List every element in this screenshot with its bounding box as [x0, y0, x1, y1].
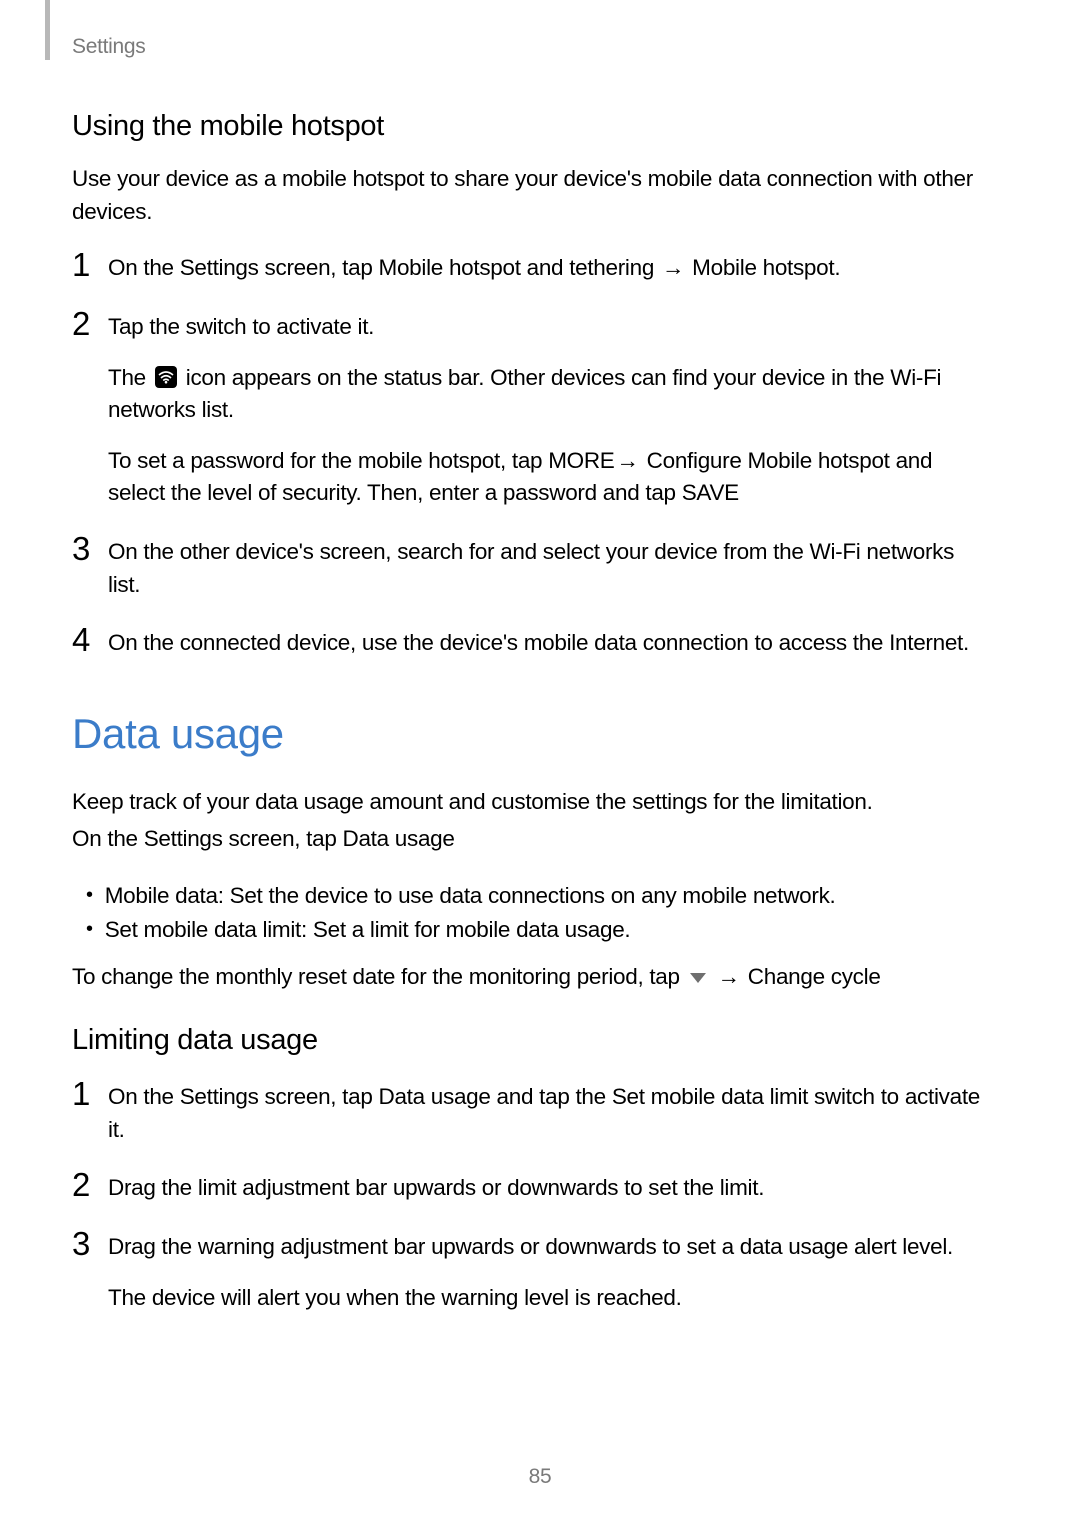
step-text: On the other device's screen, search for… [108, 536, 992, 601]
text-fragment: To change the monthly reset date for the… [72, 964, 686, 989]
step-number: 2 [72, 1168, 100, 1201]
header-section-label: Settings [72, 35, 145, 59]
step-2: 2 Tap the switch to activate it. The ico… [72, 311, 992, 510]
step-text: Drag the warning adjustment bar upwards … [108, 1231, 992, 1264]
step-4: 4 On the connected device, use the devic… [72, 627, 992, 660]
text-fragment: . [834, 255, 840, 280]
data-usage-options: Mobile data: Set the device to use data … [72, 879, 992, 947]
step-text: On the connected device, use the device'… [108, 627, 992, 660]
heading-limiting-data: Limiting data usage [72, 1024, 992, 1057]
option-desc: : Set the device to use data connections… [218, 883, 836, 908]
dropdown-triangle-icon [688, 961, 708, 994]
step-text: On the Settings screen, tap Data usage a… [108, 1081, 992, 1146]
header-divider [45, 0, 50, 60]
step-1: 1 On the Settings screen, tap Data usage… [72, 1081, 992, 1146]
option-label: Mobile data [105, 883, 218, 908]
page-content: Using the mobile hotspot Use your device… [72, 110, 992, 1340]
heading-using-hotspot: Using the mobile hotspot [72, 110, 992, 143]
step-text: Tap the switch to activate it. [108, 311, 992, 344]
paragraph: On the Settings screen, tap Data usage [72, 823, 992, 856]
step-3: 3 Drag the warning adjustment bar upward… [72, 1231, 992, 1314]
step-2: 2 Drag the limit adjustment bar upwards … [72, 1172, 992, 1205]
paragraph: Keep track of your data usage amount and… [72, 786, 992, 819]
limit-steps: 1 On the Settings screen, tap Data usage… [72, 1081, 992, 1314]
step-sub-text: The device will alert you when the warni… [108, 1282, 992, 1315]
menu-data-usage: Data usage [343, 826, 455, 851]
step-number: 3 [72, 1227, 100, 1260]
text-fragment: To set a password for the mobile hotspot… [108, 448, 548, 473]
step-number: 1 [72, 248, 100, 281]
menu-configure-hotspot: Configure Mobile hotspot [647, 448, 890, 473]
step-sub-text: The icon appears on the status bar. Othe… [108, 362, 992, 427]
hotspot-icon [155, 366, 177, 388]
intro-paragraph: Use your device as a mobile hotspot to s… [72, 163, 992, 228]
step-1: 1 On the Settings screen, tap Mobile hot… [72, 252, 992, 285]
text-fragment: The [108, 365, 152, 390]
text-fragment: On the Settings screen, tap [108, 1084, 379, 1109]
option-desc: : Set a limit for mobile data usage. [301, 917, 630, 942]
menu-hotspot-tethering: Mobile hotspot and tethering [379, 255, 655, 280]
menu-data-usage: Data usage [379, 1084, 491, 1109]
bullet-mobile-data: Mobile data: Set the device to use data … [86, 879, 992, 913]
hotspot-steps: 1 On the Settings screen, tap Mobile hot… [72, 252, 992, 660]
menu-change-cycle: Change cycle [748, 964, 881, 989]
step-text: Drag the limit adjustment bar upwards or… [108, 1172, 992, 1205]
arrow: → [654, 255, 692, 280]
text-fragment: icon appears on the status bar. Other de… [108, 365, 941, 423]
step-number: 4 [72, 623, 100, 656]
menu-save: SAVE [682, 480, 739, 505]
step-number: 1 [72, 1077, 100, 1110]
paragraph: To change the monthly reset date for the… [72, 961, 992, 994]
arrow: → [615, 448, 647, 473]
step-number: 3 [72, 532, 100, 565]
menu-set-limit: Set mobile data limit [612, 1084, 808, 1109]
page-number: 85 [0, 1465, 1080, 1489]
step-3: 3 On the other device's screen, search f… [72, 536, 992, 601]
heading-data-usage: Data usage [72, 710, 992, 758]
arrow: → [710, 964, 748, 989]
step-text: On the Settings screen, tap Mobile hotsp… [108, 252, 992, 285]
menu-mobile-hotspot: Mobile hotspot [692, 255, 834, 280]
text-fragment: On the Settings screen, tap [108, 255, 379, 280]
step-sub-text: To set a password for the mobile hotspot… [108, 445, 992, 510]
menu-more: MORE [548, 448, 614, 473]
step-number: 2 [72, 307, 100, 340]
text-fragment: and tap the [491, 1084, 612, 1109]
text-fragment: On the Settings screen, tap [72, 826, 343, 851]
bullet-set-limit: Set mobile data limit: Set a limit for m… [86, 913, 992, 947]
option-label: Set mobile data limit [105, 917, 301, 942]
